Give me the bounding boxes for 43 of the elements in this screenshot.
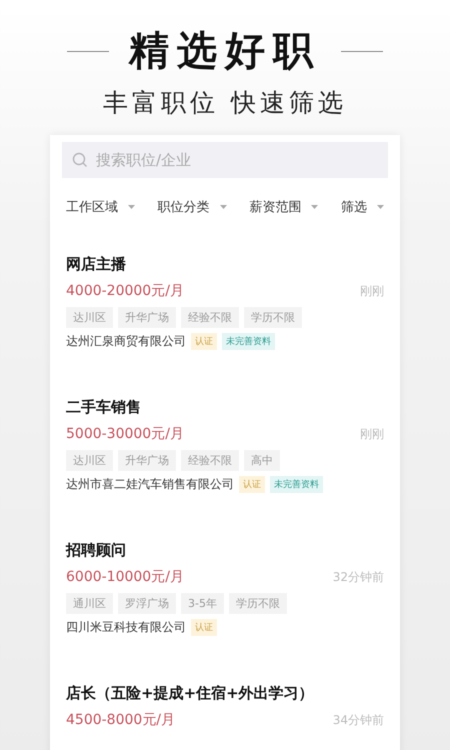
filter-dropdown[interactable]: 工作区域	[66, 198, 135, 216]
headline: 精选好职	[129, 28, 321, 74]
job-title[interactable]: 网店主播	[66, 254, 384, 274]
status-badge: 认证	[191, 333, 217, 350]
company-name: 达州市喜二娃汽车销售有限公司	[66, 476, 234, 493]
caret-icon	[128, 205, 135, 209]
job-tag: 通川区	[66, 593, 113, 614]
job-tag: 学历不限	[228, 593, 287, 614]
job-tag: 学历不限	[244, 307, 302, 328]
job-tag: 高中	[244, 450, 280, 471]
job-tag: 升华广场	[118, 307, 176, 328]
caret-icon	[220, 205, 227, 209]
caret-icon	[311, 205, 318, 209]
job-tag: 经验不限	[181, 450, 239, 471]
subtitle: 丰富职位 快速筛选	[103, 87, 347, 119]
filter-dropdown[interactable]: 薪资范围	[249, 198, 318, 216]
status-badge: 未完善资料	[270, 476, 323, 493]
job-tag: 升华广场	[118, 450, 176, 471]
job-title[interactable]: 二手车销售	[66, 397, 384, 417]
status-badge: 认证	[191, 619, 217, 636]
salary: 4500-8000元/月	[66, 711, 176, 729]
salary: 6000-10000元/月	[66, 568, 184, 586]
post-time: 刚刚	[360, 282, 384, 300]
filter-dropdown[interactable]: 职位分类	[158, 198, 227, 216]
post-time: 34分钟前	[332, 712, 384, 728]
search-field[interactable]: 搜索职位/企业	[62, 142, 388, 178]
company-name: 达州汇泉商贸有限公司	[66, 333, 186, 350]
caret-icon	[376, 205, 384, 209]
job-tag: 罗浮广场	[118, 593, 176, 614]
status-badge: 认证	[239, 476, 265, 493]
job-tag: 达川区	[66, 307, 113, 328]
job-tag: 经验不限	[181, 307, 239, 328]
job-title[interactable]: 招聘顾问	[66, 540, 384, 560]
post-time: 刚刚	[360, 426, 384, 442]
salary: 5000-30000元/月	[66, 425, 184, 443]
job-tag: 达川区	[66, 450, 113, 471]
filter-dropdown[interactable]: 筛选	[340, 198, 384, 216]
job-tag: 3-5年	[181, 593, 224, 614]
salary: 4000-20000元/月	[66, 282, 184, 300]
post-time: 32分钟前	[332, 568, 384, 586]
job-title[interactable]: 店长（五险+提成+住宿+外出学习）	[66, 683, 384, 703]
status-badge: 未完善资料	[222, 333, 275, 350]
company-name: 四川米豆科技有限公司	[66, 619, 186, 636]
